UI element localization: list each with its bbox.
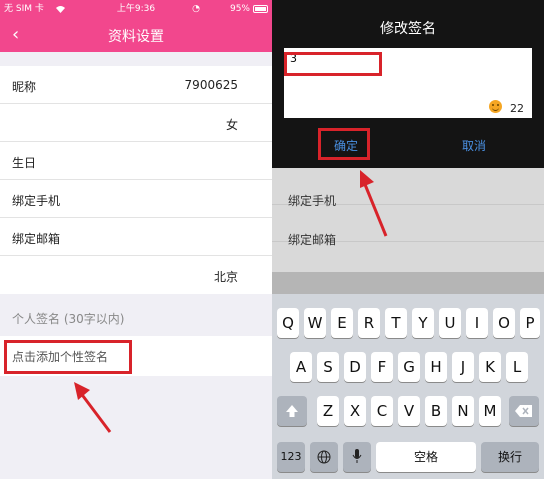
char-counter: 22 bbox=[510, 102, 524, 115]
key-s[interactable]: S bbox=[317, 352, 339, 382]
key-k[interactable]: K bbox=[479, 352, 501, 382]
key-f[interactable]: F bbox=[371, 352, 393, 382]
key-e[interactable]: E bbox=[331, 308, 353, 338]
battery-icon bbox=[253, 5, 268, 13]
key-i[interactable]: I bbox=[466, 308, 488, 338]
cancel-button[interactable]: 取消 bbox=[462, 137, 486, 154]
key-b[interactable]: B bbox=[425, 396, 447, 426]
profile-group-1: 昵称 7900625 女 生日 绑定手机 绑定邮箱 北京 bbox=[0, 66, 272, 294]
key-h[interactable]: H bbox=[425, 352, 447, 382]
lock-rotation-icon: ◔ bbox=[192, 4, 200, 14]
microphone-icon bbox=[352, 449, 362, 463]
key-p[interactable]: P bbox=[520, 308, 540, 338]
shift-arrow-icon bbox=[286, 405, 298, 417]
return-key[interactable]: 换行 bbox=[481, 442, 539, 472]
profile-settings-screen: 无 SIM 卡 上午9:36 ◔ 95% ‹ 资料设置 昵称 7900625 女… bbox=[0, 0, 272, 479]
globe-icon bbox=[317, 450, 331, 464]
edit-signature-dialog: 修改签名 3 22 确定 取消 bbox=[272, 0, 544, 168]
key-a[interactable]: A bbox=[290, 352, 312, 382]
row-location[interactable]: 北京 bbox=[0, 256, 272, 294]
highlight-box bbox=[318, 128, 370, 160]
row-label: 绑定手机 bbox=[12, 194, 61, 208]
delete-key[interactable] bbox=[509, 396, 539, 426]
row-label: 昵称 bbox=[12, 80, 37, 94]
space-key[interactable]: 空格 bbox=[376, 442, 476, 472]
dialog-title: 修改签名 bbox=[380, 21, 436, 37]
row-bind-phone[interactable]: 绑定手机 bbox=[0, 180, 272, 218]
annotation-arrow-icon bbox=[74, 382, 112, 433]
row-value: 7900625 bbox=[184, 78, 238, 92]
battery-percent: 95% bbox=[229, 4, 250, 14]
row-label: 绑定邮箱 bbox=[288, 233, 337, 247]
highlight-box bbox=[284, 52, 382, 76]
status-bar: 无 SIM 卡 上午9:36 ◔ 95% bbox=[0, 0, 272, 18]
profile-rows-behind: 绑定手机 绑定邮箱 bbox=[272, 168, 544, 272]
row-bind-email[interactable]: 绑定邮箱 bbox=[0, 218, 272, 256]
key-n[interactable]: N bbox=[452, 396, 474, 426]
key-l[interactable]: L bbox=[506, 352, 528, 382]
globe-key[interactable] bbox=[310, 442, 338, 472]
row-value: 女 bbox=[225, 118, 238, 132]
keyboard: Q W E R T Y U I O P A S D F G H J K L Z … bbox=[272, 294, 544, 479]
key-c[interactable]: C bbox=[371, 396, 393, 426]
key-v[interactable]: V bbox=[398, 396, 420, 426]
key-x[interactable]: X bbox=[344, 396, 366, 426]
signature-section-header: 个人签名 (30字以内) bbox=[12, 312, 125, 326]
key-d[interactable]: D bbox=[344, 352, 366, 382]
key-w[interactable]: W bbox=[304, 308, 326, 338]
row-label: 生日 bbox=[12, 156, 37, 170]
key-z[interactable]: Z bbox=[317, 396, 339, 426]
edit-signature-screen: 修改签名 3 22 确定 取消 绑定手机 绑定邮箱 Q W E R T Y U … bbox=[272, 0, 544, 479]
row-bind-phone[interactable]: 绑定手机 bbox=[272, 168, 544, 208]
shift-key[interactable] bbox=[277, 396, 307, 426]
key-t[interactable]: T bbox=[385, 308, 407, 338]
highlight-box bbox=[4, 340, 132, 374]
key-q[interactable]: Q bbox=[277, 308, 299, 338]
key-r[interactable]: R bbox=[358, 308, 380, 338]
key-u[interactable]: U bbox=[439, 308, 461, 338]
row-bind-email[interactable]: 绑定邮箱 bbox=[272, 205, 544, 247]
key-j[interactable]: J bbox=[452, 352, 474, 382]
key-g[interactable]: G bbox=[398, 352, 420, 382]
page-title: 资料设置 bbox=[108, 29, 164, 45]
backspace-icon bbox=[515, 405, 532, 417]
annotation-arrow-icon bbox=[360, 170, 388, 237]
key-o[interactable]: O bbox=[493, 308, 515, 338]
row-value: 北京 bbox=[213, 270, 238, 284]
key-m[interactable]: M bbox=[479, 396, 501, 426]
numbers-key[interactable]: 123 bbox=[277, 442, 305, 472]
row-label: 绑定邮箱 bbox=[12, 232, 61, 246]
row-birthday[interactable]: 生日 bbox=[0, 142, 272, 180]
nav-bar: ‹ 资料设置 bbox=[0, 18, 272, 52]
emoji-icon[interactable] bbox=[489, 100, 502, 113]
dictation-key[interactable] bbox=[343, 442, 371, 472]
row-gender[interactable]: 女 bbox=[0, 104, 272, 142]
key-y[interactable]: Y bbox=[412, 308, 434, 338]
row-nickname[interactable]: 昵称 7900625 bbox=[0, 66, 272, 104]
